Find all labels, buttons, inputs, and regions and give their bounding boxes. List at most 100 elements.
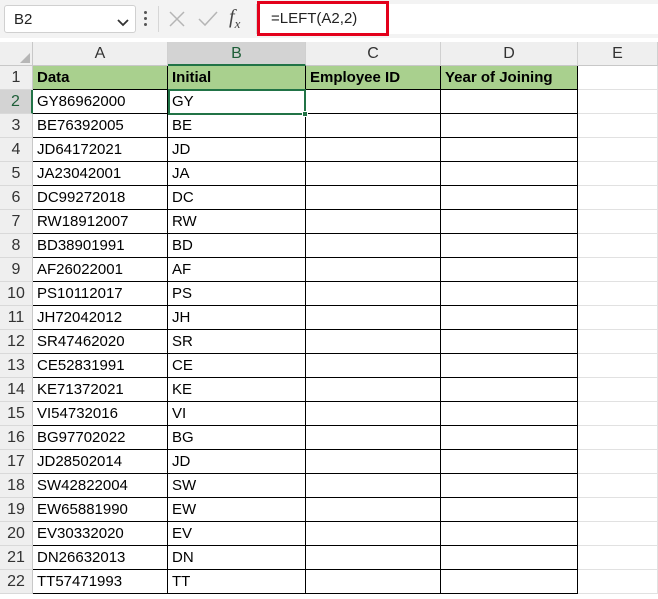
cell-a3[interactable]: BE76392005 bbox=[33, 114, 168, 138]
cell-b10[interactable]: PS bbox=[168, 282, 306, 306]
cell-a22[interactable]: TT57471993 bbox=[33, 570, 168, 594]
cell-b9[interactable]: AF bbox=[168, 258, 306, 282]
cell-e11[interactable] bbox=[578, 306, 658, 330]
cell-a4[interactable]: JD64172021 bbox=[33, 138, 168, 162]
cell-e3[interactable] bbox=[578, 114, 658, 138]
cell-a18[interactable]: SW42822004 bbox=[33, 474, 168, 498]
cell-a6[interactable]: DC99272018 bbox=[33, 186, 168, 210]
cell-a12[interactable]: SR47462020 bbox=[33, 330, 168, 354]
row-header-11[interactable]: 11 bbox=[0, 306, 33, 330]
cell-c5[interactable] bbox=[306, 162, 441, 186]
row-header-13[interactable]: 13 bbox=[0, 354, 33, 378]
cell-d8[interactable] bbox=[441, 234, 578, 258]
cell-b16[interactable]: BG bbox=[168, 426, 306, 450]
cell-e6[interactable] bbox=[578, 186, 658, 210]
cell-c4[interactable] bbox=[306, 138, 441, 162]
cell-a16[interactable]: BG97702022 bbox=[33, 426, 168, 450]
cell-a13[interactable]: CE52831991 bbox=[33, 354, 168, 378]
cell-c1[interactable]: Employee ID bbox=[306, 66, 441, 90]
cell-e19[interactable] bbox=[578, 498, 658, 522]
cell-c6[interactable] bbox=[306, 186, 441, 210]
cell-d20[interactable] bbox=[441, 522, 578, 546]
name-box[interactable]: B2 bbox=[4, 5, 136, 33]
cell-a14[interactable]: KE71372021 bbox=[33, 378, 168, 402]
cell-d13[interactable] bbox=[441, 354, 578, 378]
cell-a10[interactable]: PS10112017 bbox=[33, 282, 168, 306]
cell-b1[interactable]: Initial bbox=[168, 66, 306, 90]
row-header-17[interactable]: 17 bbox=[0, 450, 33, 474]
row-header-16[interactable]: 16 bbox=[0, 426, 33, 450]
fill-handle[interactable] bbox=[302, 111, 308, 117]
cell-d14[interactable] bbox=[441, 378, 578, 402]
cell-d10[interactable] bbox=[441, 282, 578, 306]
cancel-icon[interactable] bbox=[168, 10, 186, 33]
row-header-14[interactable]: 14 bbox=[0, 378, 33, 402]
cell-c19[interactable] bbox=[306, 498, 441, 522]
cell-b6[interactable]: DC bbox=[168, 186, 306, 210]
cell-d21[interactable] bbox=[441, 546, 578, 570]
cell-e8[interactable] bbox=[578, 234, 658, 258]
row-header-15[interactable]: 15 bbox=[0, 402, 33, 426]
cell-d2[interactable] bbox=[441, 90, 578, 114]
cell-a2[interactable]: GY86962000 bbox=[33, 90, 168, 114]
row-header-8[interactable]: 8 bbox=[0, 234, 33, 258]
cell-a9[interactable]: AF26022001 bbox=[33, 258, 168, 282]
row-header-7[interactable]: 7 bbox=[0, 210, 33, 234]
cell-a1[interactable]: Data bbox=[33, 66, 168, 90]
cell-a11[interactable]: JH72042012 bbox=[33, 306, 168, 330]
select-all-corner[interactable] bbox=[0, 42, 33, 66]
cell-d16[interactable] bbox=[441, 426, 578, 450]
cell-d9[interactable] bbox=[441, 258, 578, 282]
row-header-10[interactable]: 10 bbox=[0, 282, 33, 306]
cell-c3[interactable] bbox=[306, 114, 441, 138]
cell-c22[interactable] bbox=[306, 570, 441, 594]
cell-c12[interactable] bbox=[306, 330, 441, 354]
cell-d19[interactable] bbox=[441, 498, 578, 522]
cell-e2[interactable] bbox=[578, 90, 658, 114]
row-header-5[interactable]: 5 bbox=[0, 162, 33, 186]
cell-a19[interactable]: EW65881990 bbox=[33, 498, 168, 522]
cell-d17[interactable] bbox=[441, 450, 578, 474]
cell-c8[interactable] bbox=[306, 234, 441, 258]
cell-a7[interactable]: RW18912007 bbox=[33, 210, 168, 234]
insert-function-icon[interactable]: fx bbox=[229, 6, 240, 32]
cell-d1[interactable]: Year of Joining bbox=[441, 66, 578, 90]
cell-e13[interactable] bbox=[578, 354, 658, 378]
more-options-icon[interactable] bbox=[144, 11, 148, 27]
cell-d6[interactable] bbox=[441, 186, 578, 210]
cell-b13[interactable]: CE bbox=[168, 354, 306, 378]
cell-b15[interactable]: VI bbox=[168, 402, 306, 426]
row-header-19[interactable]: 19 bbox=[0, 498, 33, 522]
cell-b14[interactable]: KE bbox=[168, 378, 306, 402]
row-header-2[interactable]: 2 bbox=[0, 90, 33, 114]
cell-b11[interactable]: JH bbox=[168, 306, 306, 330]
cell-e1[interactable] bbox=[578, 66, 658, 90]
cell-e9[interactable] bbox=[578, 258, 658, 282]
cell-e5[interactable] bbox=[578, 162, 658, 186]
column-header-c[interactable]: C bbox=[306, 42, 441, 66]
cell-a5[interactable]: JA23042001 bbox=[33, 162, 168, 186]
cell-a17[interactable]: JD28502014 bbox=[33, 450, 168, 474]
row-header-9[interactable]: 9 bbox=[0, 258, 33, 282]
cell-e4[interactable] bbox=[578, 138, 658, 162]
row-header-21[interactable]: 21 bbox=[0, 546, 33, 570]
row-header-6[interactable]: 6 bbox=[0, 186, 33, 210]
row-header-1[interactable]: 1 bbox=[0, 66, 33, 90]
cell-e22[interactable] bbox=[578, 570, 658, 594]
cell-b17[interactable]: JD bbox=[168, 450, 306, 474]
cell-d11[interactable] bbox=[441, 306, 578, 330]
cell-c10[interactable] bbox=[306, 282, 441, 306]
cell-e7[interactable] bbox=[578, 210, 658, 234]
cell-d12[interactable] bbox=[441, 330, 578, 354]
cell-b3[interactable]: BE bbox=[168, 114, 306, 138]
enter-check-icon[interactable] bbox=[198, 10, 218, 33]
column-header-e[interactable]: E bbox=[578, 42, 658, 66]
cell-e15[interactable] bbox=[578, 402, 658, 426]
cell-b18[interactable]: SW bbox=[168, 474, 306, 498]
cell-e18[interactable] bbox=[578, 474, 658, 498]
cell-b22[interactable]: TT bbox=[168, 570, 306, 594]
cell-b21[interactable]: DN bbox=[168, 546, 306, 570]
cell-c11[interactable] bbox=[306, 306, 441, 330]
cell-c20[interactable] bbox=[306, 522, 441, 546]
cell-c17[interactable] bbox=[306, 450, 441, 474]
